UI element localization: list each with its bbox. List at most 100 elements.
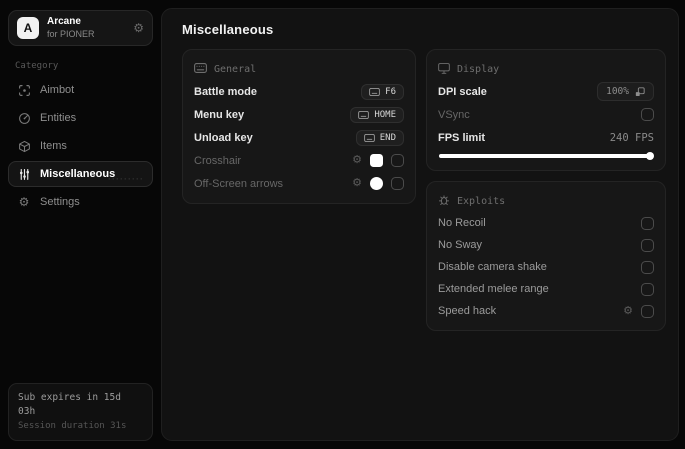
display-card-header: Display [438,59,654,80]
slider-knob[interactable] [646,152,654,160]
keybind-badge[interactable]: F6 [361,83,404,100]
setting-row-no-sway: No Sway [438,234,654,256]
gear-icon[interactable]: ⚙ [352,155,362,166]
app-subtitle: for PIONER [47,28,95,39]
keybind-value: HOME [374,109,396,120]
general-card-header: General [194,59,404,80]
row-controls: ⚙ [352,154,404,167]
keyboard-icon [369,87,380,96]
color-swatch[interactable] [370,177,383,190]
setting-row-dpi-scale: DPI scale 100% [438,80,654,103]
setting-row-crosshair: Crosshair ⚙ [194,149,404,172]
sidebar-nav: Aimbot Entities Items Miscellaneous ····… [8,77,153,217]
keybind-value: F6 [385,86,396,97]
sidebar-item-settings[interactable]: ⚙ Settings [8,189,153,215]
setting-label: VSync [438,108,470,121]
crosshair-checkbox[interactable] [391,154,404,167]
setting-label: No Recoil [438,217,486,229]
radar-icon [17,112,31,125]
row-controls: ⚙ [352,177,404,190]
no-recoil-checkbox[interactable] [641,216,654,230]
fps-limit-slider[interactable] [439,152,654,160]
setting-label: Menu key [194,108,245,121]
sidebar-item-miscellaneous[interactable]: Miscellaneous ········· [8,161,153,187]
fps-limit-value: 240 FPS [609,131,654,144]
exploits-card-header: Exploits [438,191,654,212]
setting-row-disable-camera-shake: Disable camera shake [438,256,654,278]
setting-label: Unload key [194,131,253,144]
setting-row-extended-melee-range: Extended melee range [438,278,654,300]
brand-text: Arcane for PIONER [47,16,125,40]
keybind-badge[interactable]: HOME [350,106,404,123]
keybind-badge[interactable]: END [355,129,404,146]
setting-row-battle-mode: Battle mode F6 [194,80,404,103]
setting-label: No Sway [438,239,483,251]
sub-expires-text: Sub expires in 15d 03h [18,392,121,418]
exploits-card-title: Exploits [457,196,506,207]
color-swatch[interactable] [370,154,383,167]
setting-label: Battle mode [194,85,257,98]
setting-label: Extended melee range [438,283,549,295]
sliders-icon [17,168,31,181]
gear-icon[interactable]: ⚙ [623,305,633,317]
card-columns: General Battle mode F6 Menu key HOME Unl… [182,49,666,331]
scaling-icon [635,86,645,96]
setting-row-vsync: VSync [438,103,654,126]
keyboard-icon [358,110,370,119]
main-panel: Miscellaneous General Battle mode F6 Men… [161,8,679,441]
setting-label: Disable camera shake [438,261,547,273]
vsync-checkbox[interactable] [641,108,654,121]
sidebar-item-items[interactable]: Items [8,133,153,159]
sidebar-item-label: Entities [40,112,77,124]
subscription-card: Sub expires in 15d 03h Session duration … [8,383,153,441]
setting-row-menu-key: Menu key HOME [194,103,404,126]
setting-row-no-recoil: No Recoil [438,212,654,234]
setting-label: Speed hack [438,305,497,317]
setting-row-speed-hack: Speed hack ⚙ [438,300,654,322]
dpi-scale-select[interactable]: 100% [597,82,654,101]
keyboard-icon [194,63,207,76]
bug-icon [438,194,450,209]
sidebar-item-label: Miscellaneous [40,168,116,180]
crosshair-icon [17,84,31,97]
sidebar-item-entities[interactable]: Entities [8,105,153,131]
setting-label: Crosshair [194,154,242,167]
right-column: Display DPI scale 100% VSync FPS limit 2… [426,49,666,331]
session-duration-text: Session duration 31s [18,420,127,431]
left-column: General Battle mode F6 Menu key HOME Unl… [182,49,416,204]
setting-label: Off-Screen arrows [194,177,284,190]
gear-icon[interactable]: ⚙ [133,21,144,35]
setting-row-offscreen-arrows: Off-Screen arrows ⚙ [194,172,404,195]
app-logo: A [17,17,39,39]
setting-row-unload-key: Unload key END [194,126,404,149]
keybind-value: END [379,132,396,143]
sidebar: A Arcane for PIONER ⚙ Category Aimbot En… [0,0,161,449]
setting-row-fps-limit: FPS limit 240 FPS [438,126,654,149]
monitor-icon [438,62,450,77]
sidebar-item-aimbot[interactable]: Aimbot [8,77,153,103]
brand-card: A Arcane for PIONER ⚙ [8,10,153,46]
display-card: Display DPI scale 100% VSync FPS limit 2… [426,49,666,171]
disable-camera-shake-checkbox[interactable] [641,260,654,274]
app-name: Arcane [47,16,81,28]
general-card-title: General [214,64,257,75]
active-item-dots-decoration: ········· [108,174,144,184]
page-title: Miscellaneous [182,22,274,37]
sidebar-item-label: Items [40,140,67,152]
no-sway-checkbox[interactable] [641,238,654,252]
app-window: A Arcane for PIONER ⚙ Category Aimbot En… [0,0,685,449]
exploits-card: Exploits No Recoil No Sway Disable camer… [426,181,666,331]
extended-melee-range-checkbox[interactable] [641,282,654,296]
gear-icon[interactable]: ⚙ [352,178,362,189]
display-card-title: Display [457,64,500,75]
sidebar-item-label: Settings [40,196,80,208]
general-card: General Battle mode F6 Menu key HOME Unl… [182,49,416,204]
cube-icon [17,140,31,153]
offscreen-arrows-checkbox[interactable] [391,177,404,190]
speed-hack-checkbox[interactable] [641,304,654,318]
gear-icon: ⚙ [18,195,30,209]
sidebar-item-label: Aimbot [40,84,75,96]
category-label: Category [15,61,59,71]
keyboard-icon [363,133,375,142]
dpi-scale-value: 100% [606,86,629,97]
